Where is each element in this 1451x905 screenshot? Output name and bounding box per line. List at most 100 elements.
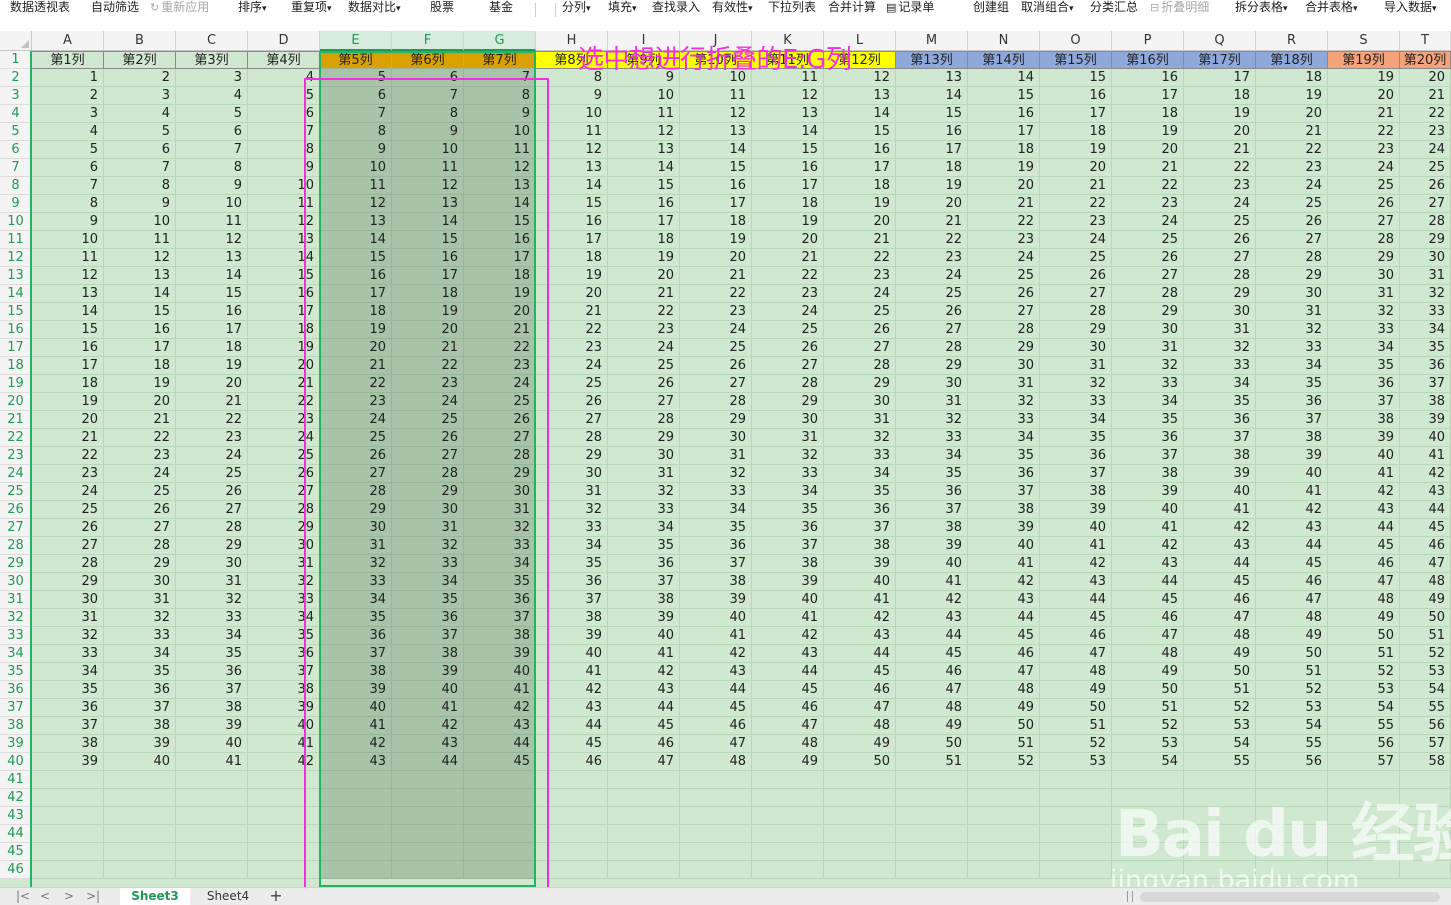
table-cell[interactable]: 39 (464, 645, 536, 663)
table-cell[interactable]: 22 (320, 375, 392, 393)
table-cell[interactable]: 22 (464, 339, 536, 357)
table-cell[interactable]: 21 (32, 429, 104, 447)
header-cell-c[interactable]: 第3列 (176, 51, 248, 69)
table-cell[interactable]: 49 (1400, 591, 1451, 609)
table-cell[interactable]: 11 (536, 123, 608, 141)
table-cell[interactable]: 28 (104, 537, 176, 555)
table-cell[interactable]: 44 (464, 735, 536, 753)
table-cell[interactable]: 5 (176, 105, 248, 123)
table-cell[interactable]: 27 (1400, 195, 1451, 213)
column-header-f[interactable]: F (392, 31, 464, 51)
table-cell[interactable]: 13 (824, 87, 896, 105)
table-cell[interactable]: 43 (608, 681, 680, 699)
row-header[interactable]: 24 (0, 465, 32, 483)
table-cell[interactable]: 33 (464, 537, 536, 555)
table-cell[interactable]: 22 (176, 411, 248, 429)
table-cell[interactable]: 15 (752, 141, 824, 159)
table-cell[interactable]: 8 (104, 177, 176, 195)
table-cell[interactable]: 41 (968, 555, 1040, 573)
table-cell[interactable]: 16 (32, 339, 104, 357)
table-cell[interactable]: 41 (536, 663, 608, 681)
table-cell[interactable]: 47 (680, 735, 752, 753)
table-cell[interactable]: 39 (896, 537, 968, 555)
table-cell[interactable]: 38 (680, 573, 752, 591)
row-header[interactable]: 39 (0, 735, 32, 753)
table-cell[interactable]: 50 (1040, 699, 1112, 717)
empty-cell[interactable] (752, 771, 824, 789)
table-cell[interactable]: 22 (896, 231, 968, 249)
row-header[interactable]: 20 (0, 393, 32, 411)
table-cell[interactable]: 35 (1400, 339, 1451, 357)
table-cell[interactable]: 16 (608, 195, 680, 213)
table-cell[interactable]: 46 (1328, 555, 1400, 573)
toolbar-item-20[interactable]: 合并表格▾ (1305, 0, 1358, 17)
table-cell[interactable]: 30 (392, 501, 464, 519)
table-cell[interactable]: 30 (320, 519, 392, 537)
empty-cell[interactable] (1184, 771, 1256, 789)
table-cell[interactable]: 46 (1112, 609, 1184, 627)
table-cell[interactable]: 26 (104, 501, 176, 519)
table-cell[interactable]: 4 (32, 123, 104, 141)
row-header[interactable]: 21 (0, 411, 32, 429)
table-cell[interactable]: 42 (968, 573, 1040, 591)
table-cell[interactable]: 24 (392, 393, 464, 411)
table-cell[interactable]: 11 (104, 231, 176, 249)
table-cell[interactable]: 19 (1328, 69, 1400, 87)
row-header[interactable]: 13 (0, 267, 32, 285)
empty-cell[interactable] (104, 771, 176, 789)
table-cell[interactable]: 22 (1256, 141, 1328, 159)
table-cell[interactable]: 38 (464, 627, 536, 645)
row-header[interactable]: 32 (0, 609, 32, 627)
empty-cell[interactable] (104, 807, 176, 825)
table-cell[interactable]: 45 (752, 681, 824, 699)
table-cell[interactable]: 5 (248, 87, 320, 105)
table-cell[interactable]: 34 (968, 429, 1040, 447)
table-cell[interactable]: 40 (1256, 465, 1328, 483)
table-cell[interactable]: 39 (392, 663, 464, 681)
toolbar-item-1[interactable]: 自动筛选 (91, 0, 139, 15)
table-cell[interactable]: 32 (536, 501, 608, 519)
empty-cell[interactable] (176, 789, 248, 807)
table-cell[interactable]: 45 (1184, 573, 1256, 591)
table-cell[interactable]: 43 (1040, 573, 1112, 591)
table-cell[interactable]: 3 (176, 69, 248, 87)
table-cell[interactable]: 17 (1184, 69, 1256, 87)
table-cell[interactable]: 17 (1112, 87, 1184, 105)
table-cell[interactable]: 26 (1400, 177, 1451, 195)
table-cell[interactable]: 29 (680, 411, 752, 429)
table-cell[interactable]: 21 (608, 285, 680, 303)
table-cell[interactable]: 27 (968, 303, 1040, 321)
table-cell[interactable]: 44 (824, 645, 896, 663)
table-cell[interactable]: 15 (32, 321, 104, 339)
table-cell[interactable]: 27 (536, 411, 608, 429)
table-cell[interactable]: 32 (1256, 321, 1328, 339)
table-cell[interactable]: 29 (824, 375, 896, 393)
table-cell[interactable]: 44 (1184, 555, 1256, 573)
table-cell[interactable]: 6 (176, 123, 248, 141)
table-cell[interactable]: 21 (824, 231, 896, 249)
table-cell[interactable]: 18 (392, 285, 464, 303)
table-cell[interactable]: 29 (248, 519, 320, 537)
toolbar-item-18[interactable]: ⊟ 折叠明细 (1150, 0, 1209, 15)
table-cell[interactable]: 28 (464, 447, 536, 465)
table-cell[interactable]: 48 (1256, 609, 1328, 627)
table-cell[interactable]: 18 (320, 303, 392, 321)
table-cell[interactable]: 6 (392, 69, 464, 87)
row-header[interactable]: 37 (0, 699, 32, 717)
table-cell[interactable]: 16 (248, 285, 320, 303)
column-header-c[interactable]: C (176, 31, 248, 51)
empty-cell[interactable] (32, 825, 104, 843)
table-cell[interactable]: 29 (1328, 249, 1400, 267)
table-cell[interactable]: 27 (1328, 213, 1400, 231)
table-cell[interactable]: 46 (824, 681, 896, 699)
empty-cell[interactable] (1112, 789, 1184, 807)
table-cell[interactable]: 18 (464, 267, 536, 285)
table-cell[interactable]: 22 (608, 303, 680, 321)
table-cell[interactable]: 22 (680, 285, 752, 303)
table-cell[interactable]: 31 (536, 483, 608, 501)
table-cell[interactable]: 38 (1256, 429, 1328, 447)
table-cell[interactable]: 51 (1256, 663, 1328, 681)
table-cell[interactable]: 37 (680, 555, 752, 573)
table-cell[interactable]: 39 (1400, 411, 1451, 429)
table-cell[interactable]: 55 (1400, 699, 1451, 717)
